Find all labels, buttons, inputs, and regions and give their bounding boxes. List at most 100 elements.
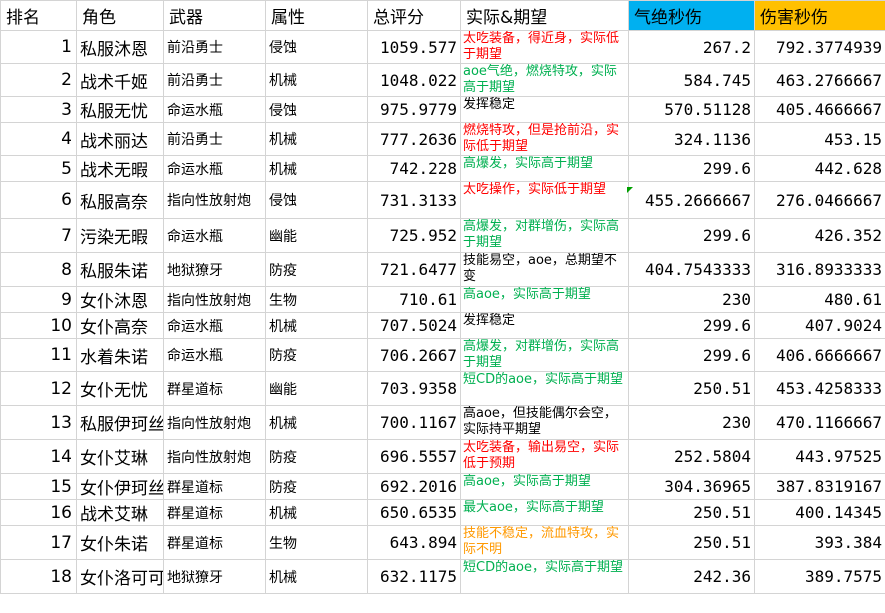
header-qijue-dps[interactable]: 气绝秒伤 [628,0,755,31]
note-cell[interactable]: 高aoe，实际高于期望 [460,473,629,500]
damage-dps-cell[interactable]: 470.1166667 [754,405,885,440]
qijue-dps-cell[interactable]: 242.36 [628,559,755,594]
qijue-dps-cell[interactable]: 324.1136 [628,122,755,156]
weapon-cell[interactable]: 指向性放射炮 [163,439,266,474]
rank-cell[interactable]: 15 [0,473,77,500]
damage-dps-cell[interactable]: 407.9024 [754,312,885,339]
note-cell[interactable]: 发挥稳定 [460,312,629,339]
total-score-cell[interactable]: 643.894 [367,525,461,560]
attribute-cell[interactable]: 防疫 [265,338,368,372]
weapon-cell[interactable]: 群星道标 [163,525,266,560]
note-cell[interactable]: 太吃装备，输出易空，实际低于预期 [460,439,629,474]
character-cell[interactable]: 女仆伊珂丝 [76,473,164,500]
damage-dps-cell[interactable]: 453.4258333 [754,371,885,406]
total-score-cell[interactable]: 710.61 [367,286,461,313]
rank-cell[interactable]: 6 [0,181,77,219]
weapon-cell[interactable]: 前沿勇士 [163,122,266,156]
attribute-cell[interactable]: 机械 [265,405,368,440]
attribute-cell[interactable]: 生物 [265,286,368,313]
note-cell[interactable]: 太吃操作，实际低于期望 [460,181,629,219]
character-cell[interactable]: 污染无暇 [76,218,164,253]
character-cell[interactable]: 战术艾琳 [76,499,164,526]
qijue-dps-cell[interactable]: 455.2666667 [628,181,755,219]
total-score-cell[interactable]: 731.3133 [367,181,461,219]
attribute-cell[interactable]: 幽能 [265,218,368,253]
damage-dps-cell[interactable]: 276.0466667 [754,181,885,219]
rank-cell[interactable]: 9 [0,286,77,313]
header-rank[interactable]: 排名 [0,0,77,31]
damage-dps-cell[interactable]: 400.14345 [754,499,885,526]
qijue-dps-cell[interactable]: 250.51 [628,371,755,406]
attribute-cell[interactable]: 机械 [265,155,368,182]
total-score-cell[interactable]: 700.1167 [367,405,461,440]
note-cell[interactable]: 高爆发，实际高于期望 [460,155,629,182]
attribute-cell[interactable]: 防疫 [265,252,368,287]
note-cell[interactable]: 燃烧特攻，但是抢前沿，实际低于期望 [460,122,629,156]
rank-cell[interactable]: 8 [0,252,77,287]
total-score-cell[interactable]: 1048.022 [367,63,461,97]
rank-cell[interactable]: 4 [0,122,77,156]
header-total-score[interactable]: 总评分 [367,0,461,31]
weapon-cell[interactable]: 命运水瓶 [163,338,266,372]
attribute-cell[interactable]: 防疫 [265,473,368,500]
total-score-cell[interactable]: 692.2016 [367,473,461,500]
note-cell[interactable]: 高aoe，实际高于期望 [460,286,629,313]
damage-dps-cell[interactable]: 480.61 [754,286,885,313]
rank-cell[interactable]: 5 [0,155,77,182]
damage-dps-cell[interactable]: 453.15 [754,122,885,156]
damage-dps-cell[interactable]: 405.4666667 [754,96,885,123]
total-score-cell[interactable]: 632.1175 [367,559,461,594]
rank-cell[interactable]: 7 [0,218,77,253]
character-cell[interactable]: 私服伊珂丝 [76,405,164,440]
character-cell[interactable]: 女仆高奈 [76,312,164,339]
attribute-cell[interactable]: 机械 [265,122,368,156]
weapon-cell[interactable]: 前沿勇士 [163,63,266,97]
note-cell[interactable]: 高爆发，对群增伤，实际高于期望 [460,338,629,372]
note-cell[interactable]: 高aoe，但技能偶尔会空，实际持平期望 [460,405,629,440]
character-cell[interactable]: 女仆艾琳 [76,439,164,474]
attribute-cell[interactable]: 机械 [265,499,368,526]
character-cell[interactable]: 女仆洛可可 [76,559,164,594]
total-score-cell[interactable]: 777.2636 [367,122,461,156]
qijue-dps-cell[interactable]: 570.51128 [628,96,755,123]
qijue-dps-cell[interactable]: 250.51 [628,499,755,526]
note-cell[interactable]: 高爆发，对群增伤，实际高于期望 [460,218,629,253]
damage-dps-cell[interactable]: 393.384 [754,525,885,560]
qijue-dps-cell[interactable]: 252.5804 [628,439,755,474]
rank-cell[interactable]: 12 [0,371,77,406]
note-cell[interactable]: aoe气绝，燃烧特攻，实际高于期望 [460,63,629,97]
qijue-dps-cell[interactable]: 299.6 [628,338,755,372]
qijue-dps-cell[interactable]: 299.6 [628,218,755,253]
damage-dps-cell[interactable]: 389.7575 [754,559,885,594]
qijue-dps-cell[interactable]: 584.745 [628,63,755,97]
qijue-dps-cell[interactable]: 299.6 [628,155,755,182]
header-damage-dps[interactable]: 伤害秒伤 [754,0,885,31]
total-score-cell[interactable]: 975.9779 [367,96,461,123]
attribute-cell[interactable]: 侵蚀 [265,30,368,64]
weapon-cell[interactable]: 地狱獠牙 [163,252,266,287]
damage-dps-cell[interactable]: 463.2766667 [754,63,885,97]
note-cell[interactable]: 技能不稳定，流血特攻，实际不明 [460,525,629,560]
total-score-cell[interactable]: 650.6535 [367,499,461,526]
note-cell[interactable]: 最大aoe，实际高于期望 [460,499,629,526]
damage-dps-cell[interactable]: 442.628 [754,155,885,182]
rank-cell[interactable]: 3 [0,96,77,123]
rank-cell[interactable]: 11 [0,338,77,372]
character-cell[interactable]: 战术无暇 [76,155,164,182]
character-cell[interactable]: 私服朱诺 [76,252,164,287]
weapon-cell[interactable]: 地狱獠牙 [163,559,266,594]
character-cell[interactable]: 女仆朱诺 [76,525,164,560]
damage-dps-cell[interactable]: 443.97525 [754,439,885,474]
total-score-cell[interactable]: 706.2667 [367,338,461,372]
qijue-dps-cell[interactable]: 230 [628,405,755,440]
total-score-cell[interactable]: 1059.577 [367,30,461,64]
attribute-cell[interactable]: 幽能 [265,371,368,406]
qijue-dps-cell[interactable]: 250.51 [628,525,755,560]
attribute-cell[interactable]: 侵蚀 [265,96,368,123]
damage-dps-cell[interactable]: 406.6666667 [754,338,885,372]
qijue-dps-cell[interactable]: 299.6 [628,312,755,339]
note-cell[interactable]: 太吃装备，得近身，实际低于期望 [460,30,629,64]
weapon-cell[interactable]: 指向性放射炮 [163,286,266,313]
total-score-cell[interactable]: 721.6477 [367,252,461,287]
header-character[interactable]: 角色 [76,0,164,31]
